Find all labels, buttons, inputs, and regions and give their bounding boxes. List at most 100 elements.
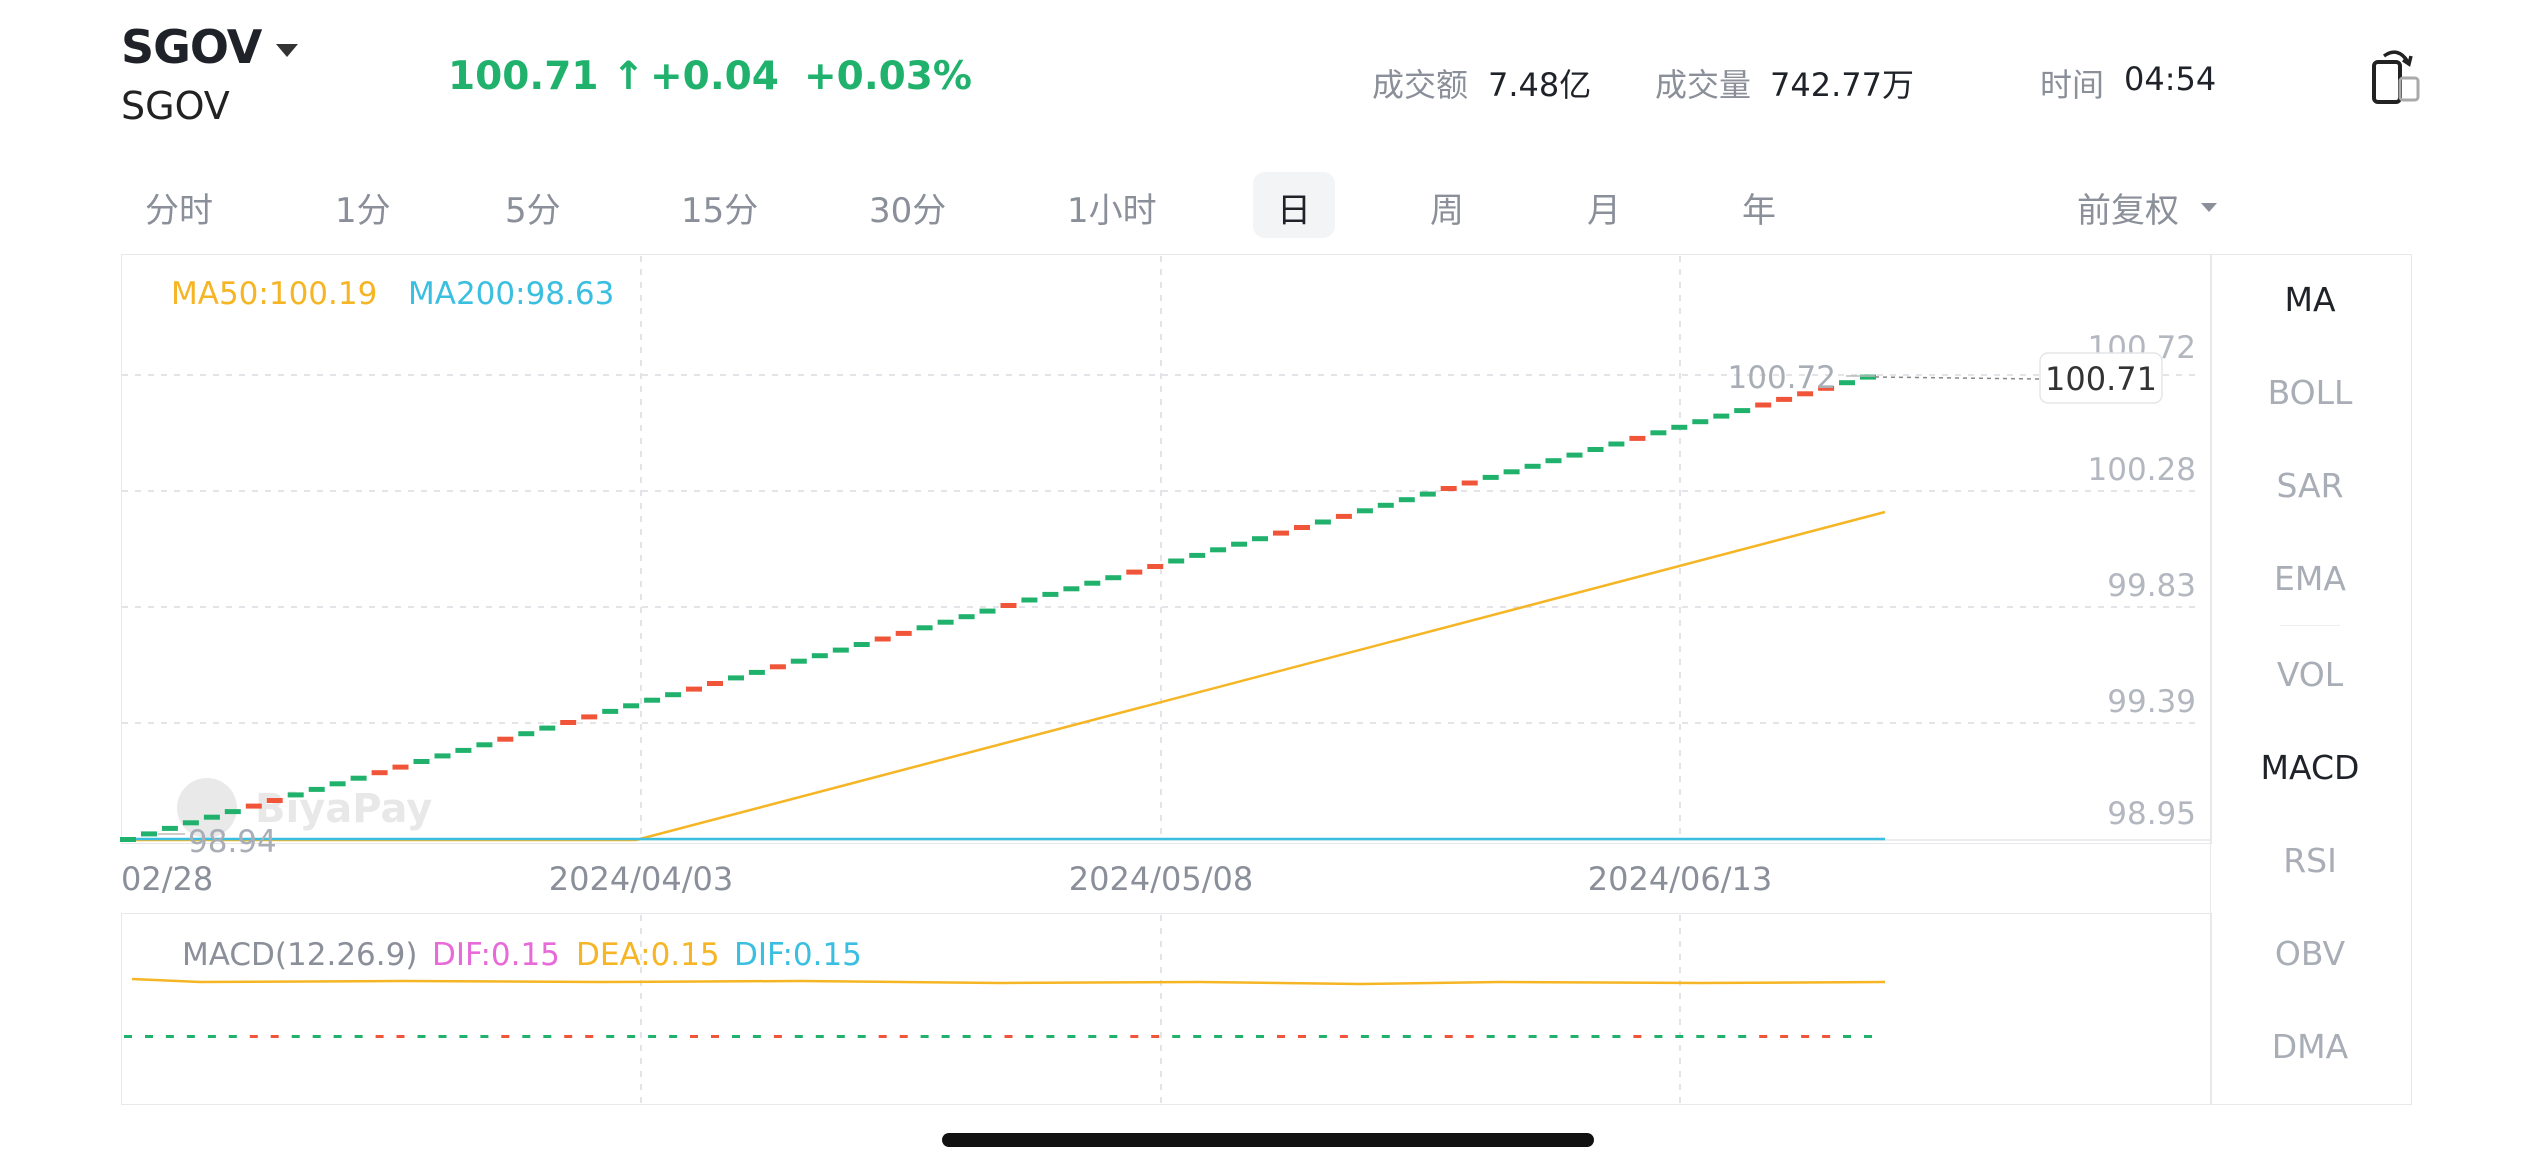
candle bbox=[1210, 547, 1227, 553]
macd-bar bbox=[501, 1035, 510, 1038]
candle bbox=[1587, 447, 1604, 452]
macd-bar bbox=[1235, 1035, 1244, 1038]
macd-bar bbox=[186, 1035, 195, 1038]
macd-bar bbox=[1298, 1035, 1306, 1038]
macd-bar bbox=[1654, 1035, 1663, 1038]
candle bbox=[350, 775, 367, 781]
indicator-ema[interactable]: EMA bbox=[2210, 559, 2410, 598]
candle bbox=[1398, 497, 1415, 503]
macd-bar bbox=[522, 1035, 531, 1038]
high-price-label: 100.72 bbox=[1728, 360, 1836, 396]
candle bbox=[979, 608, 996, 614]
candle bbox=[748, 669, 765, 675]
macd-bar bbox=[1717, 1035, 1726, 1038]
candle bbox=[1063, 586, 1080, 592]
candle bbox=[644, 697, 661, 703]
candle bbox=[790, 658, 807, 664]
candle bbox=[1608, 441, 1625, 447]
candle bbox=[1776, 396, 1793, 402]
candle bbox=[455, 747, 472, 753]
macd-bar bbox=[1675, 1035, 1684, 1038]
macd-bar bbox=[543, 1035, 552, 1038]
macd-bar bbox=[396, 1035, 405, 1038]
indicator-vol[interactable]: VOL bbox=[2210, 655, 2410, 694]
candle bbox=[686, 686, 702, 692]
candle bbox=[1524, 463, 1541, 469]
macd-bar bbox=[1256, 1035, 1264, 1038]
macd-bar bbox=[1046, 1035, 1055, 1038]
macd-bar bbox=[165, 1035, 174, 1038]
macd-bar bbox=[1444, 1035, 1453, 1038]
candle bbox=[1252, 536, 1268, 542]
macd-bar bbox=[1130, 1035, 1139, 1038]
candle bbox=[1461, 480, 1478, 486]
macd-bar bbox=[1193, 1035, 1202, 1038]
macd-bar bbox=[648, 1035, 657, 1038]
indicator-ma[interactable]: MA bbox=[2210, 280, 2410, 319]
macd-bar bbox=[1277, 1035, 1285, 1038]
candle bbox=[392, 764, 409, 770]
candle bbox=[539, 725, 556, 731]
macd-bar bbox=[1612, 1035, 1621, 1038]
candle bbox=[1000, 603, 1017, 608]
macd-legend-dif: DIF:0.15 bbox=[432, 937, 560, 973]
x-tick-label: 2024/05/08 bbox=[1069, 860, 1253, 898]
ma50-legend: MA50:100.19 bbox=[171, 276, 377, 312]
indicator-dma[interactable]: DMA bbox=[2210, 1027, 2410, 1066]
macd-bar bbox=[732, 1035, 740, 1038]
candle bbox=[1021, 597, 1038, 603]
macd-bar bbox=[711, 1035, 719, 1038]
candle bbox=[120, 837, 136, 842]
x-tick-label: 02/28 bbox=[121, 860, 213, 898]
candle bbox=[1105, 575, 1122, 581]
candlestick-chart[interactable]: BiyaPay 100.72 100.28 99.83 99.39 98.95 … bbox=[0, 0, 2532, 1170]
macd-bar bbox=[920, 1035, 929, 1038]
candle bbox=[1671, 424, 1688, 430]
candle bbox=[1755, 402, 1772, 408]
low-price-label: 98.94 bbox=[188, 824, 277, 860]
candle bbox=[937, 619, 954, 625]
macd-bar bbox=[1528, 1035, 1537, 1038]
indicator-rsi[interactable]: RSI bbox=[2210, 841, 2410, 880]
macd-bar bbox=[270, 1035, 279, 1038]
candle bbox=[916, 625, 933, 631]
candle bbox=[874, 636, 891, 642]
macd-bar bbox=[1465, 1035, 1474, 1038]
candle bbox=[1566, 452, 1583, 458]
macd-dea-line bbox=[131, 977, 1886, 986]
macd-bar bbox=[1423, 1035, 1432, 1038]
macd-bar bbox=[1004, 1035, 1013, 1038]
macd-bar bbox=[1151, 1035, 1160, 1038]
macd-bar bbox=[773, 1035, 782, 1038]
candle bbox=[245, 803, 262, 809]
indicator-sar[interactable]: SAR bbox=[2210, 466, 2410, 505]
macd-bar bbox=[459, 1035, 468, 1038]
macd-bar bbox=[983, 1035, 992, 1038]
macd-bar bbox=[1025, 1035, 1034, 1038]
candle bbox=[958, 614, 975, 620]
macd-bar bbox=[962, 1035, 971, 1038]
macd-bar bbox=[1591, 1035, 1600, 1038]
candle bbox=[602, 708, 619, 714]
indicator-macd[interactable]: MACD bbox=[2210, 748, 2410, 787]
indicator-obv[interactable]: OBV bbox=[2210, 934, 2410, 973]
candle bbox=[1273, 530, 1289, 536]
last-price-line bbox=[1874, 376, 2041, 380]
macd-bar bbox=[1381, 1035, 1390, 1038]
macd-bar bbox=[1801, 1035, 1810, 1038]
indicator-boll[interactable]: BOLL bbox=[2210, 373, 2410, 412]
macd-bar bbox=[606, 1035, 615, 1038]
macd-bar bbox=[690, 1035, 698, 1038]
candle bbox=[1168, 558, 1185, 564]
macd-bar bbox=[1318, 1035, 1327, 1038]
candle bbox=[1189, 552, 1206, 558]
macd-bar bbox=[1864, 1035, 1872, 1038]
candle bbox=[581, 714, 598, 720]
macd-bar bbox=[794, 1035, 803, 1038]
candle bbox=[1545, 458, 1562, 464]
candle bbox=[1314, 519, 1331, 525]
candle bbox=[1713, 413, 1730, 419]
candle bbox=[203, 814, 220, 820]
candle bbox=[161, 825, 178, 831]
candle bbox=[141, 831, 157, 837]
